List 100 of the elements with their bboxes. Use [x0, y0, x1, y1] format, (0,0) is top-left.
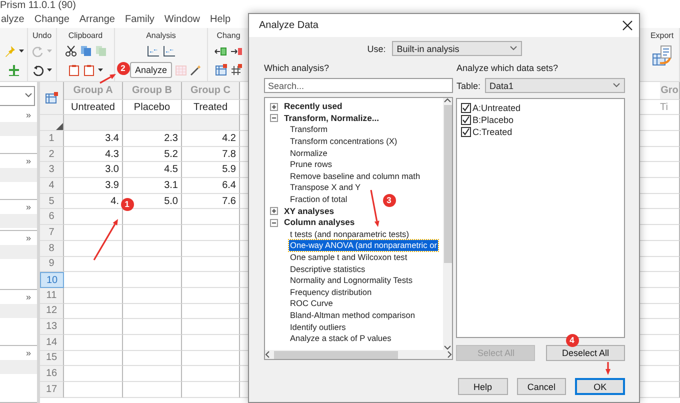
- table-cell: [660, 366, 680, 382]
- search-field[interactable]: Search...: [264, 78, 454, 93]
- row-number[interactable]: 8: [40, 240, 64, 256]
- clipboard-icon[interactable]: [83, 64, 95, 76]
- tree-item[interactable]: Analyze a stack of P values: [289, 333, 392, 344]
- dialog-button[interactable]: OK: [575, 378, 625, 395]
- caret-icon[interactable]: [18, 49, 24, 53]
- analyze-button[interactable]: Analyze: [130, 62, 172, 78]
- row-number[interactable]: 1: [40, 131, 64, 147]
- tree-item[interactable]: Identify outliers: [289, 322, 347, 333]
- minus-box-icon[interactable]: [270, 114, 278, 122]
- tree-item[interactable]: Remove baseline and column math: [289, 170, 422, 182]
- scissors-icon[interactable]: [64, 45, 76, 57]
- expand-toggle[interactable]: »: [26, 292, 31, 302]
- tree-item[interactable]: Descriptive statistics: [289, 264, 366, 275]
- row-number[interactable]: 4: [40, 178, 64, 194]
- table-cell: [660, 319, 680, 335]
- caret-icon[interactable]: [98, 68, 103, 72]
- row-number[interactable]: 2: [40, 146, 64, 162]
- row-number[interactable]: 9: [40, 256, 64, 272]
- checkbox-label: C:Treated: [472, 127, 512, 137]
- table-cell: 2.3: [123, 131, 182, 147]
- row-number[interactable]: 12: [40, 304, 64, 320]
- expand-toggle[interactable]: »: [26, 233, 31, 244]
- checkbox[interactable]: [461, 127, 472, 137]
- tree-item[interactable]: ROC Curve: [289, 298, 334, 310]
- table-cell: [182, 382, 240, 398]
- row-number[interactable]: 16: [40, 366, 64, 382]
- dialog-button[interactable]: Help: [458, 378, 508, 395]
- table-cell: [64, 288, 123, 304]
- row-number[interactable]: 14: [40, 334, 64, 351]
- chart-icon[interactable]: [146, 45, 160, 57]
- tree-item[interactable]: Bland-Altman method comparison: [289, 310, 416, 321]
- table-icon[interactable]: [45, 92, 58, 104]
- tree-item[interactable]: XY analyses: [283, 206, 336, 217]
- tree-item[interactable]: Fraction of total: [289, 194, 348, 206]
- field-label: Use:: [367, 44, 386, 54]
- menu-item[interactable]: Change: [33, 14, 70, 25]
- checkbox[interactable]: [461, 115, 472, 125]
- clipboard-icon[interactable]: [68, 64, 80, 76]
- tree-item[interactable]: Transform: [289, 124, 328, 136]
- hash-icon[interactable]: [230, 64, 242, 76]
- row-number[interactable]: 6: [40, 209, 64, 226]
- row-number[interactable]: 11: [40, 288, 64, 304]
- wand-icon[interactable]: [190, 64, 202, 76]
- tree-item[interactable]: One-way ANOVA (and nonparametric or: [289, 240, 438, 252]
- table-icon[interactable]: [215, 64, 227, 76]
- vertical-scrollbar[interactable]: [443, 98, 452, 350]
- deselect-all-button[interactable]: Deselect All: [546, 345, 625, 361]
- checkbox[interactable]: [461, 103, 472, 113]
- tree-item[interactable]: Normalize: [289, 148, 328, 159]
- table-cell: [660, 350, 680, 366]
- plus-icon[interactable]: [8, 64, 20, 76]
- row-number[interactable]: 15: [40, 350, 64, 366]
- menu-item[interactable]: Arrange: [78, 14, 116, 25]
- row-number[interactable]: 5: [40, 194, 64, 210]
- tree-item[interactable]: Column analyses: [283, 217, 356, 228]
- caret-icon[interactable]: [47, 68, 52, 72]
- menu-item[interactable]: alyze: [0, 14, 26, 25]
- expand-toggle[interactable]: »: [26, 110, 31, 120]
- arrow-box-icon[interactable]: [230, 45, 243, 57]
- tree-item[interactable]: Transform, Normalize...: [283, 112, 380, 124]
- undo-icon[interactable]: [32, 64, 44, 76]
- arrow-box-icon[interactable]: [214, 45, 227, 57]
- triangle-icon[interactable]: [56, 123, 63, 130]
- minus-box-icon[interactable]: [270, 218, 278, 227]
- tree-item[interactable]: Transform concentrations (X): [289, 136, 398, 148]
- tree-item[interactable]: One sample t and Wilcoxon test: [289, 252, 408, 264]
- plus-box-icon[interactable]: [270, 207, 278, 216]
- dropdown[interactable]: Data1: [484, 78, 625, 93]
- horizontal-scrollbar[interactable]: [265, 350, 452, 359]
- expand-toggle[interactable]: »: [26, 156, 31, 166]
- scroll-thumb[interactable]: [444, 105, 452, 263]
- tree-item[interactable]: Frequency distribution: [289, 286, 373, 298]
- tree-item[interactable]: t tests (and nonparametric tests): [289, 228, 410, 240]
- expand-toggle[interactable]: »: [26, 348, 31, 358]
- tree-item[interactable]: Prune rows: [289, 159, 333, 170]
- scroll-thumb[interactable]: [274, 350, 398, 358]
- tree-item[interactable]: Normality and Lognormality Tests: [289, 275, 414, 286]
- table-cell: [182, 272, 240, 288]
- table-cell: [660, 225, 680, 241]
- close-icon[interactable]: [622, 20, 633, 31]
- row-number[interactable]: 17: [40, 382, 64, 398]
- chart-icon[interactable]: [162, 45, 176, 57]
- menu-item[interactable]: Family: [124, 14, 156, 25]
- row-number[interactable]: 7: [40, 225, 64, 241]
- dropdown-field[interactable]: [0, 86, 35, 106]
- row-number[interactable]: 10: [40, 272, 64, 288]
- row-number[interactable]: 13: [40, 319, 64, 335]
- export-icon[interactable]: [651, 45, 673, 67]
- dropdown[interactable]: Built-in analysis: [392, 41, 522, 56]
- tree-item[interactable]: Recently used: [283, 101, 344, 112]
- row-number[interactable]: 3: [40, 162, 64, 178]
- menu-item[interactable]: Window: [163, 14, 201, 25]
- tree-item[interactable]: Transpose X and Y: [289, 182, 362, 194]
- plus-box-icon[interactable]: [270, 102, 278, 111]
- table-cell: [123, 334, 182, 351]
- expand-toggle[interactable]: »: [26, 202, 31, 212]
- menu-item[interactable]: Help: [209, 14, 232, 25]
- dialog-button[interactable]: Cancel: [516, 378, 566, 395]
